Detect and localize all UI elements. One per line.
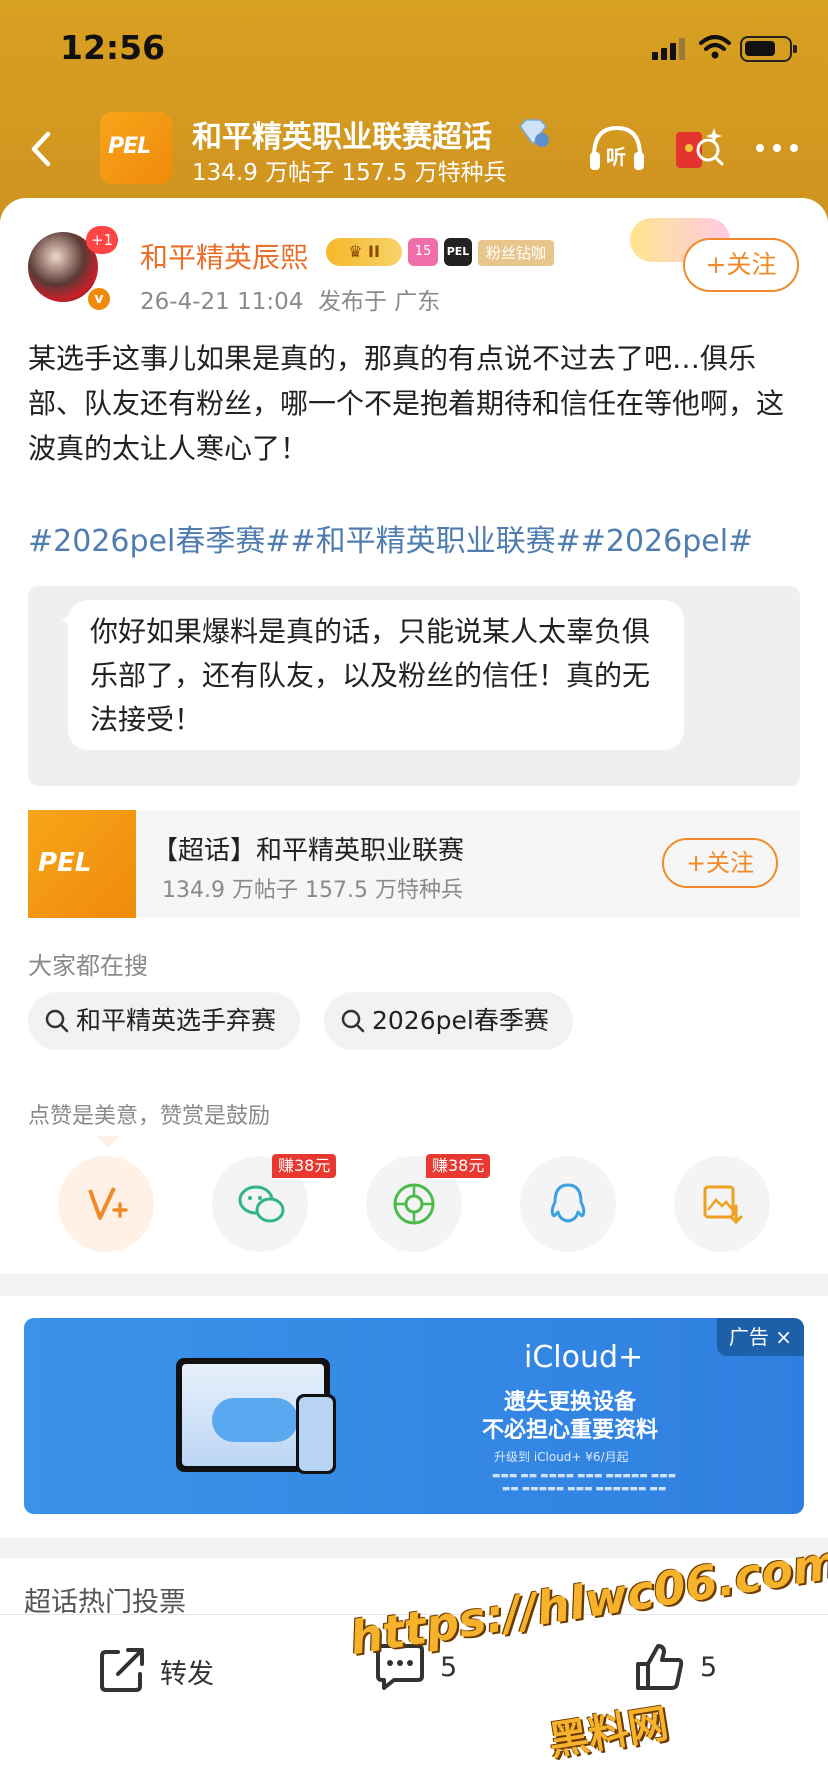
post-time: 26-4-21 11:04 bbox=[140, 289, 304, 315]
follow-user-button[interactable]: +关注 bbox=[683, 238, 799, 292]
quoted-comment[interactable]: 你好如果爆料是真的话，只能说某人太辜负俱乐部了，还有队友，以及粉丝的信任！真的无… bbox=[28, 586, 800, 786]
ad-headline-2: 不必担心重要资料 bbox=[482, 1418, 659, 1443]
status-time: 12:56 bbox=[60, 28, 166, 67]
forward-label[interactable]: 转发 bbox=[160, 1652, 214, 1691]
avatar-plus-badge: +1 bbox=[86, 226, 118, 254]
search-chip-label: 和平精英选手弃赛 bbox=[76, 1006, 277, 1035]
like-count[interactable]: 5 bbox=[700, 1652, 717, 1683]
post-hashtags[interactable]: #2026pel春季赛##和平精英职业联赛##2026pel# bbox=[28, 516, 753, 560]
save-image-icon bbox=[703, 1185, 743, 1225]
logo-text: PEL bbox=[108, 134, 151, 159]
username[interactable]: 和平精英辰熙 bbox=[140, 236, 308, 276]
wechat-icon bbox=[238, 1185, 285, 1223]
post-body: 某选手这事儿如果是真的，那真的有点说不过去了吧…俱乐部、队友还有粉丝，哪一个不是… bbox=[28, 342, 785, 465]
follow-topic-button[interactable]: +关注 bbox=[662, 838, 778, 888]
reward-v-icon bbox=[88, 1187, 128, 1220]
praise-pointer bbox=[96, 1136, 120, 1148]
search-icon bbox=[45, 1009, 69, 1033]
topic-header: PEL 和平精英职业联赛超话 134.9 万帖子 157.5 万特种兵 听 bbox=[0, 100, 828, 196]
iphone-illustration bbox=[296, 1394, 336, 1474]
more-icon[interactable] bbox=[754, 122, 800, 174]
topic-card[interactable]: PEL 【超话】和平精英职业联赛 134.9 万帖子 157.5 万特种兵 +关… bbox=[28, 810, 800, 918]
share-qq-button[interactable] bbox=[520, 1156, 616, 1252]
bubble-tail bbox=[62, 610, 76, 630]
forward-icon[interactable] bbox=[98, 1644, 148, 1694]
battery-icon bbox=[740, 36, 797, 62]
quote-text: 你好如果爆料是真的话，只能说某人太辜负俱乐部了，还有队友，以及粉丝的信任！真的无… bbox=[90, 615, 651, 736]
fan-badge: 粉丝钻咖 bbox=[478, 240, 555, 266]
diamond-badge-icon bbox=[519, 119, 549, 147]
topic-stats: 134.9 万帖子 157.5 万特种兵 bbox=[192, 160, 507, 186]
topic-card-stats: 134.9 万帖子 157.5 万特种兵 bbox=[162, 878, 463, 903]
reward-badge: 赚38元 bbox=[272, 1154, 337, 1178]
search-chip-label: 2026pel春季赛 bbox=[372, 1006, 549, 1035]
level-badge: 15 bbox=[408, 238, 438, 266]
red-packet-icon[interactable] bbox=[670, 122, 728, 174]
ad-price: 升级到 iCloud+ ¥6/月起 bbox=[494, 1450, 629, 1464]
qq-icon bbox=[550, 1183, 586, 1223]
topic-card-logo: PEL bbox=[28, 810, 136, 918]
cloud-icon bbox=[212, 1398, 298, 1442]
post-meta: 26-4-21 11:04 发布于 广东 bbox=[140, 282, 440, 316]
quote-bubble: 你好如果爆料是真的话，只能说某人太辜负俱乐部了，还有队友，以及粉丝的信任！真的无… bbox=[68, 600, 684, 750]
pel-badge-icon: PEL bbox=[444, 238, 472, 266]
search-chip[interactable]: 2026pel春季赛 bbox=[324, 992, 573, 1050]
reward-badge: 赚38元 bbox=[426, 1154, 491, 1178]
reward-button[interactable] bbox=[58, 1156, 154, 1252]
like-icon[interactable] bbox=[634, 1642, 686, 1692]
ad-close-tag[interactable]: 广告 × bbox=[716, 1318, 804, 1356]
svg-text:听: 听 bbox=[606, 145, 626, 169]
topic-title[interactable]: 和平精英职业联赛超话 bbox=[192, 112, 492, 156]
topic-logo-text: PEL bbox=[38, 848, 92, 878]
ad-fine-print: ▬▬▬ ▬▬ ▬▬▬▬ ▬▬▬ ▬▬▬▬▬ ▬▬▬ ▬▬ ▬▬▬▬▬ ▬▬▬ ▬▬… bbox=[491, 1471, 677, 1494]
ad-product: iCloud+ bbox=[524, 1340, 644, 1375]
ad-banner[interactable]: iCloud+ 遗失更换设备 不必担心重要资料 升级到 iCloud+ ¥6/月… bbox=[24, 1318, 804, 1514]
trending-search-label: 大家都在搜 bbox=[28, 952, 148, 980]
search-chip[interactable]: 和平精英选手弃赛 bbox=[28, 992, 301, 1050]
crown-level-badge: ♛ II bbox=[326, 238, 402, 266]
listen-icon[interactable]: 听 bbox=[588, 122, 646, 174]
save-image-button[interactable] bbox=[674, 1156, 770, 1252]
verified-icon: v bbox=[86, 286, 112, 312]
signal-icon bbox=[652, 38, 685, 60]
back-arrow-icon[interactable] bbox=[18, 124, 68, 174]
moments-icon bbox=[393, 1183, 435, 1225]
section-divider bbox=[0, 1274, 828, 1296]
praise-label: 点赞是美意，赞赏是鼓励 bbox=[28, 1104, 271, 1129]
comment-count[interactable]: 5 bbox=[440, 1652, 457, 1683]
crown-level: II bbox=[368, 242, 380, 261]
topic-card-title: 【超话】和平精英职业联赛 bbox=[152, 836, 465, 866]
status-bar: 12:56 bbox=[0, 0, 828, 100]
post-location: 发布于 广东 bbox=[317, 289, 441, 315]
search-icon bbox=[341, 1009, 365, 1033]
topic-logo[interactable]: PEL bbox=[100, 112, 172, 184]
wifi-icon bbox=[699, 35, 731, 59]
